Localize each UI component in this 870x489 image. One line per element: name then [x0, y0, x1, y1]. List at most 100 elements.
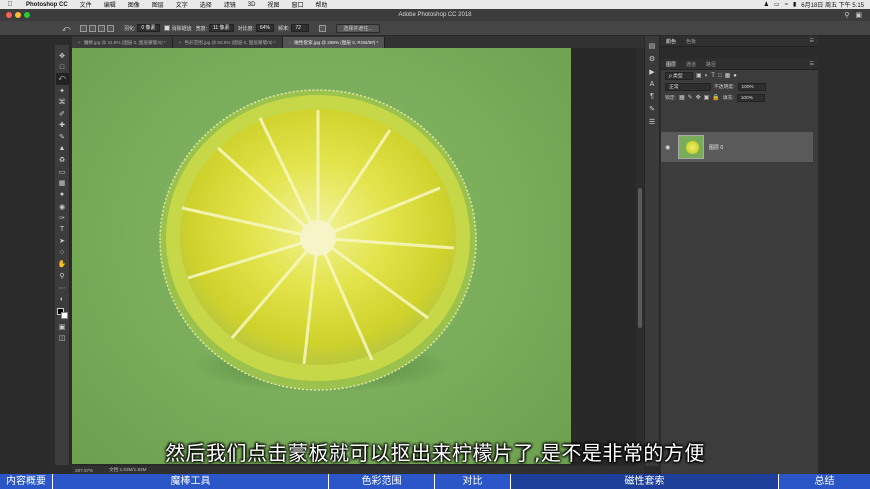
character-panel-icon[interactable]: A: [650, 81, 655, 88]
hand-tool-icon[interactable]: ✋: [56, 259, 69, 271]
tab-swatches[interactable]: 色板: [681, 38, 701, 45]
chapter-magic-wand[interactable]: 魔棒工具: [53, 474, 329, 489]
marquee-tool-icon[interactable]: □: [56, 62, 69, 74]
lock-move-icon[interactable]: ✥: [696, 94, 701, 101]
layer-row[interactable]: ◉ 图层 0: [661, 132, 813, 162]
play-actions-icon[interactable]: ▶: [649, 68, 654, 76]
quick-mask-icon[interactable]: ▣: [56, 321, 69, 333]
layers-menu-icon[interactable]: ☰: [805, 61, 818, 67]
chapter-summary[interactable]: 总结: [779, 474, 870, 489]
menu-edit[interactable]: 编辑: [98, 0, 122, 9]
contrast-input[interactable]: 64%: [255, 24, 274, 32]
add-selection-icon[interactable]: [89, 24, 96, 32]
move-tool-icon[interactable]: ✥: [56, 50, 69, 62]
default-colors-icon[interactable]: ◐: [56, 293, 69, 305]
lock-paint-icon[interactable]: ✎: [688, 94, 693, 101]
dodge-tool-icon[interactable]: ◉: [56, 201, 69, 213]
opacity-input[interactable]: 100%: [737, 82, 766, 91]
healing-brush-icon[interactable]: ✚: [56, 120, 69, 132]
properties-panel-icon[interactable]: ☰: [649, 118, 655, 126]
crop-tool-icon[interactable]: ⌘: [56, 96, 69, 108]
feather-input[interactable]: 0 像素: [137, 24, 160, 32]
tablet-pressure-icon[interactable]: [319, 24, 327, 32]
wifi-icon[interactable]: ≈: [785, 2, 788, 8]
magnetic-lasso-icon[interactable]: ⤺: [62, 24, 71, 34]
document-image[interactable]: [72, 48, 571, 464]
type-tool-icon[interactable]: T: [56, 224, 69, 236]
type-filter-icon[interactable]: T: [711, 73, 715, 79]
chapter-compare[interactable]: 对比: [435, 474, 511, 489]
background-color[interactable]: [60, 312, 68, 320]
brush-tool-icon[interactable]: ✎: [56, 131, 69, 143]
screen-mode-icon[interactable]: ◫: [56, 333, 69, 345]
vertical-scrollbar[interactable]: [636, 48, 644, 466]
intersect-selection-icon[interactable]: [107, 24, 114, 32]
zoom-tool-icon[interactable]: ⚲: [56, 270, 69, 282]
fill-input[interactable]: 100%: [736, 93, 765, 102]
menu-help[interactable]: 帮助: [309, 0, 333, 9]
frequency-input[interactable]: 72: [291, 24, 310, 32]
tab-color[interactable]: 颜色: [661, 38, 681, 45]
chapter-color-range[interactable]: 色彩范围: [329, 474, 435, 489]
adjustment-filter-icon[interactable]: ◐: [705, 73, 709, 79]
width-input[interactable]: 11 像素: [208, 24, 234, 32]
chapter-magnetic-lasso[interactable]: 磁性套索: [511, 474, 779, 489]
zoom-level[interactable]: 287.57%: [75, 468, 93, 473]
eraser-tool-icon[interactable]: ▭: [56, 166, 69, 178]
layer-thumbnail[interactable]: [678, 135, 704, 159]
new-selection-icon[interactable]: [80, 24, 87, 32]
subtract-selection-icon[interactable]: [98, 24, 105, 32]
history-brush-icon[interactable]: ♻: [56, 154, 69, 166]
magic-wand-tool-icon[interactable]: ✦: [56, 85, 69, 97]
tab-close-icon[interactable]: ×: [78, 40, 81, 45]
tab-magnetic-lasso-doc[interactable]: × 磁性套索.jpg @ 288% (图层 0, RGB/8#) *: [282, 37, 386, 48]
menu-select[interactable]: 选择: [194, 0, 218, 9]
blend-mode-select[interactable]: 正常: [665, 82, 711, 91]
menu-filter[interactable]: 滤镜: [218, 0, 242, 9]
menu-window[interactable]: 窗口: [285, 0, 309, 9]
panel-menu-icon[interactable]: ☰: [805, 38, 818, 44]
tab-magic-wand-doc[interactable]: × 魔棒.jpg @ 41.8% (图层 0, 图层蒙版/8) *: [72, 37, 173, 48]
blur-tool-icon[interactable]: ●: [56, 189, 69, 201]
scrollbar-thumb[interactable]: [638, 188, 642, 328]
menu-file[interactable]: 文件: [74, 0, 98, 9]
pixel-filter-icon[interactable]: ▣: [696, 72, 702, 79]
gradient-tool-icon[interactable]: ▦: [56, 178, 69, 190]
layer-kind-select[interactable]: ρ 类型: [665, 71, 693, 80]
smart-filter-icon[interactable]: ▦: [725, 72, 731, 79]
path-selection-icon[interactable]: ➤: [56, 236, 69, 248]
menu-image[interactable]: 图像: [122, 0, 146, 9]
tab-layers[interactable]: 图层: [661, 61, 681, 68]
tab-channels[interactable]: 通道: [681, 61, 701, 68]
airplay-icon[interactable]: ▭: [774, 1, 780, 8]
lock-pixels-icon[interactable]: ▦: [679, 94, 685, 101]
eyedropper-tool-icon[interactable]: ✐: [56, 108, 69, 120]
menu-view[interactable]: 视图: [261, 0, 285, 9]
tab-close-icon[interactable]: ×: [289, 40, 292, 45]
shape-tool-icon[interactable]: ○: [56, 247, 69, 259]
battery-icon[interactable]: ▮: [793, 1, 796, 8]
shape-filter-icon[interactable]: □: [718, 73, 722, 79]
canvas-area[interactable]: [72, 48, 636, 466]
lock-all-icon[interactable]: 🔒: [712, 94, 719, 101]
menu-app-name[interactable]: Photoshop CC: [20, 2, 74, 8]
tab-paths[interactable]: 路径: [701, 61, 721, 68]
layer-name[interactable]: 图层 0: [709, 144, 723, 151]
chapter-overview[interactable]: 内容概要: [0, 474, 53, 489]
more-tools-icon[interactable]: ⋯: [56, 282, 69, 294]
tab-color-range-doc[interactable]: × 色彩范围.jpg @ 83.5% (图层 0, 图层蒙版/8) *: [172, 37, 283, 48]
adjust-panel-icon[interactable]: ⚙: [649, 55, 655, 63]
apple-icon[interactable]: : [0, 1, 20, 8]
menu-3d[interactable]: 3D: [242, 2, 262, 8]
select-and-mask-button[interactable]: 选择并遮住...: [336, 23, 380, 33]
history-panel-icon[interactable]: ▤: [649, 42, 656, 50]
user-icon[interactable]: ♟: [764, 1, 769, 8]
brush-panel-icon[interactable]: ✎: [649, 105, 655, 113]
menu-layer[interactable]: 图层: [146, 0, 170, 9]
antialias-checkbox[interactable]: [163, 25, 170, 31]
clock[interactable]: 6月18日 周五 下午 5:15: [801, 0, 864, 9]
stamp-tool-icon[interactable]: ▲: [56, 143, 69, 155]
color-swatches[interactable]: [56, 307, 69, 321]
tab-close-icon[interactable]: ×: [179, 40, 182, 45]
menu-type[interactable]: 文字: [170, 0, 194, 9]
